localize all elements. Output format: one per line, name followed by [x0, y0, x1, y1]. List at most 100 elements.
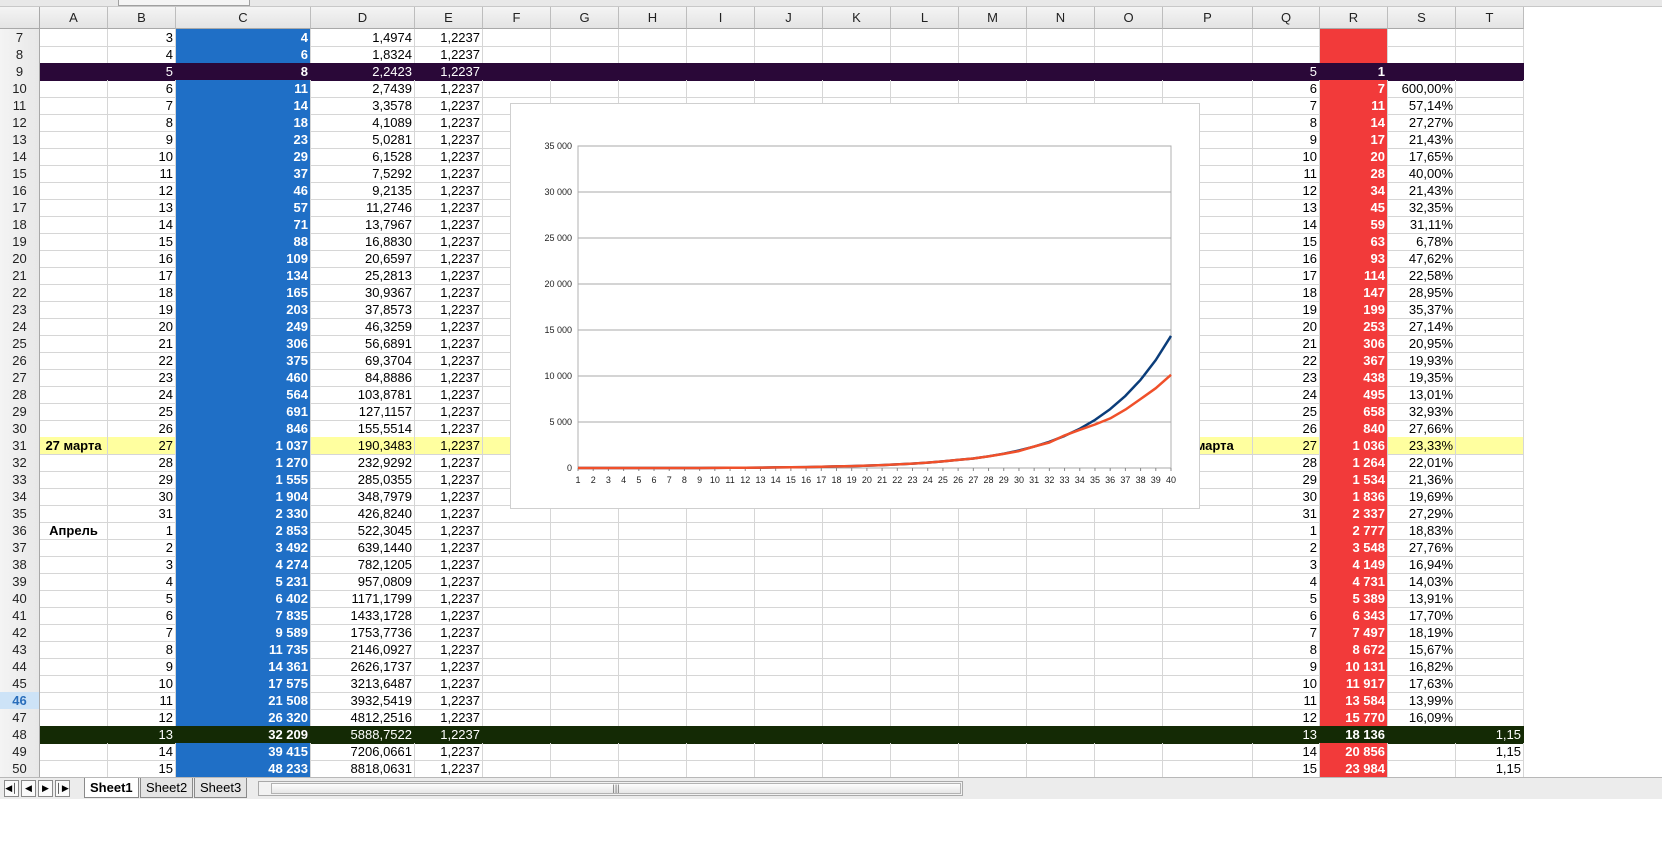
cell-g[interactable]	[551, 692, 619, 710]
cell-e[interactable]: 1,2237	[415, 522, 483, 540]
row-header[interactable]: 27	[0, 369, 40, 387]
cell-t[interactable]	[1456, 284, 1524, 302]
cell-f[interactable]	[483, 46, 551, 64]
cell-n[interactable]	[1027, 624, 1095, 642]
cell-n[interactable]	[1027, 675, 1095, 693]
cell-d[interactable]: 522,3045	[311, 522, 415, 540]
cell-m[interactable]	[959, 556, 1027, 574]
cell-q[interactable]: 17	[1253, 267, 1320, 285]
cell-e[interactable]: 1,2237	[415, 216, 483, 234]
cell-s[interactable]: 35,37%	[1388, 301, 1456, 319]
cell-q[interactable]: 3	[1253, 556, 1320, 574]
cell-g[interactable]	[551, 539, 619, 557]
cell-g[interactable]	[551, 522, 619, 540]
cell-c[interactable]: 564	[176, 386, 311, 404]
cell-p[interactable]	[1163, 539, 1253, 557]
cell-q[interactable]: 31	[1253, 505, 1320, 523]
cell-f[interactable]	[483, 675, 551, 693]
cell-t[interactable]	[1456, 131, 1524, 149]
cell-d[interactable]: 30,9367	[311, 284, 415, 302]
cell-n[interactable]	[1027, 692, 1095, 710]
cell-a[interactable]	[40, 216, 108, 234]
cell-r[interactable]: 7 497	[1320, 624, 1388, 642]
cell-b[interactable]: 24	[108, 386, 176, 404]
cell-r[interactable]: 1 264	[1320, 454, 1388, 472]
cell-q[interactable]: 29	[1253, 471, 1320, 489]
cell-d[interactable]: 232,9292	[311, 454, 415, 472]
cell-d[interactable]: 46,3259	[311, 318, 415, 336]
cell-m[interactable]	[959, 743, 1027, 761]
cell-c[interactable]: 109	[176, 250, 311, 268]
cell-r[interactable]: 11	[1320, 97, 1388, 115]
cell-o[interactable]	[1095, 522, 1163, 540]
cell-q[interactable]: 15	[1253, 233, 1320, 251]
cell-k[interactable]	[823, 522, 891, 540]
row-header[interactable]: 29	[0, 403, 40, 421]
cell-g[interactable]	[551, 46, 619, 64]
row-header[interactable]: 47	[0, 709, 40, 727]
cell-i[interactable]	[687, 641, 755, 659]
cell-f[interactable]	[483, 80, 551, 98]
cell-e[interactable]: 1,2237	[415, 590, 483, 608]
cell-q[interactable]: 4	[1253, 573, 1320, 591]
cell-q[interactable]: 6	[1253, 607, 1320, 625]
cell-p[interactable]	[1163, 726, 1253, 744]
cell-f[interactable]	[483, 709, 551, 727]
cell-q[interactable]	[1253, 46, 1320, 64]
cell-b[interactable]: 4	[108, 46, 176, 64]
cell-m[interactable]	[959, 624, 1027, 642]
cell-a[interactable]	[40, 624, 108, 642]
cell-h[interactable]	[619, 658, 687, 676]
cell-g[interactable]	[551, 675, 619, 693]
cell-s[interactable]: 32,35%	[1388, 199, 1456, 217]
cell-c[interactable]: 46	[176, 182, 311, 200]
cell-l[interactable]	[891, 743, 959, 761]
cell-e[interactable]: 1,2237	[415, 556, 483, 574]
cell-t[interactable]	[1456, 29, 1524, 47]
cell-j[interactable]	[755, 63, 823, 81]
cell-a[interactable]	[40, 760, 108, 778]
cell-l[interactable]	[891, 692, 959, 710]
cell-l[interactable]	[891, 573, 959, 591]
cell-s[interactable]: 6,78%	[1388, 233, 1456, 251]
cell-s[interactable]: 13,91%	[1388, 590, 1456, 608]
cell-f[interactable]	[483, 556, 551, 574]
cell-t[interactable]	[1456, 454, 1524, 472]
cell-g[interactable]	[551, 726, 619, 744]
cell-t[interactable]	[1456, 556, 1524, 574]
cell-n[interactable]	[1027, 743, 1095, 761]
cell-j[interactable]	[755, 590, 823, 608]
cell-h[interactable]	[619, 760, 687, 778]
cell-t[interactable]	[1456, 233, 1524, 251]
cell-d[interactable]: 1171,1799	[311, 590, 415, 608]
cell-t[interactable]	[1456, 318, 1524, 336]
cell-i[interactable]	[687, 607, 755, 625]
cell-o[interactable]	[1095, 709, 1163, 727]
cell-a[interactable]	[40, 386, 108, 404]
cell-b[interactable]: 2	[108, 539, 176, 557]
cell-h[interactable]	[619, 556, 687, 574]
cell-r[interactable]: 45	[1320, 199, 1388, 217]
cell-s[interactable]: 19,69%	[1388, 488, 1456, 506]
cell-k[interactable]	[823, 658, 891, 676]
cell-n[interactable]	[1027, 573, 1095, 591]
cell-h[interactable]	[619, 80, 687, 98]
row-header[interactable]: 7	[0, 29, 40, 47]
cell-n[interactable]	[1027, 539, 1095, 557]
cell-s[interactable]: 23,33%	[1388, 437, 1456, 455]
cell-q[interactable]: 5	[1253, 590, 1320, 608]
cell-s[interactable]: 13,01%	[1388, 386, 1456, 404]
cell-k[interactable]	[823, 692, 891, 710]
cell-i[interactable]	[687, 709, 755, 727]
cell-q[interactable]: 20	[1253, 318, 1320, 336]
cell-i[interactable]	[687, 63, 755, 81]
column-header-b[interactable]: B	[108, 7, 176, 29]
cell-e[interactable]: 1,2237	[415, 488, 483, 506]
cell-b[interactable]: 26	[108, 420, 176, 438]
cell-m[interactable]	[959, 726, 1027, 744]
cell-a[interactable]	[40, 63, 108, 81]
cell-c[interactable]: 6	[176, 46, 311, 64]
cell-a[interactable]	[40, 335, 108, 353]
cell-k[interactable]	[823, 590, 891, 608]
cell-b[interactable]: 8	[108, 641, 176, 659]
